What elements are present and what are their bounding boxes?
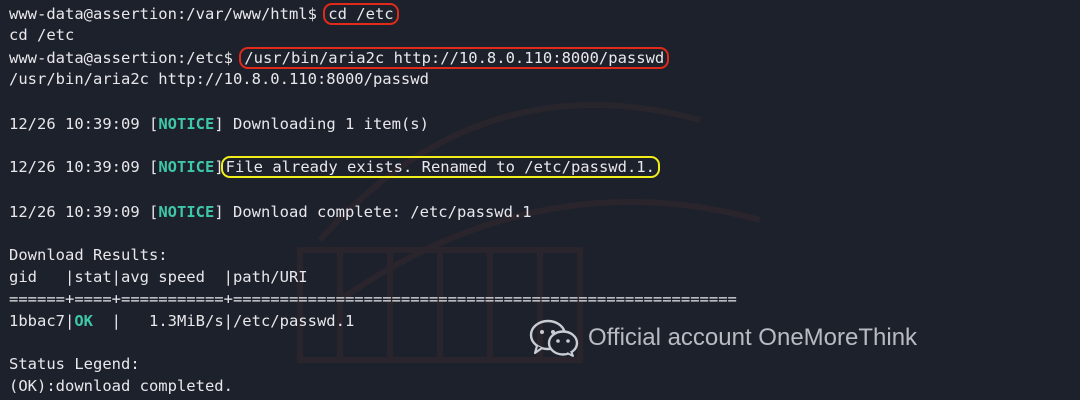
log-timestamp: 12/26 10:39:09 (9, 203, 149, 221)
log-timestamp: 12/26 10:39:09 (9, 115, 149, 133)
log-line: 12/26 10:39:09 [NOTICE] Download complet… (9, 202, 532, 222)
terminal-line: /usr/bin/aria2c http://10.8.0.110:8000/p… (9, 70, 429, 88)
notice-tag: NOTICE (158, 115, 215, 133)
results-table-row: 1bbac7|OK | 1.3MiB/s|/etc/passwd.1 (9, 311, 354, 331)
command-aria2c: /usr/bin/aria2c http://10.8.0.110:8000/p… (239, 47, 670, 69)
log-bracket: [ (148, 203, 159, 221)
download-results-heading: Download Results: (9, 246, 168, 264)
command-cd-etc: cd /etc (323, 3, 399, 25)
log-bracket: ] (214, 203, 224, 221)
notice-tag: NOTICE (158, 158, 215, 176)
log-bracket: [ (148, 115, 159, 133)
terminal-line: www-data@assertion:/etc$ /usr/bin/aria2c… (9, 47, 670, 69)
results-table-divider: ======+====+===========+================… (9, 290, 737, 308)
results-table-header: gid |stat|avg speed |path/URI (9, 268, 308, 286)
wechat-icon (529, 319, 579, 357)
terminal-line: www-data@assertion:/var/www/html$ cd /et… (9, 3, 399, 25)
notice-tag: NOTICE (158, 203, 215, 221)
log-bracket: ] (214, 115, 224, 133)
watermark-text: Official account OneMoreThink (588, 324, 918, 351)
status-ok: OK (74, 312, 93, 330)
log-bracket: [ (148, 158, 159, 176)
row-rest: | 1.3MiB/s|/etc/passwd.1 (93, 312, 355, 330)
status-legend-item: (OK):download completed. (9, 377, 233, 395)
log-message: Download complete: /etc/passwd.1 (223, 203, 532, 221)
shell-prompt: www-data@assertion:/etc$ (9, 49, 243, 67)
watermark: Official account OneMoreThink (528, 316, 917, 360)
log-message-file-exists: File already exists. Renamed to /etc/pas… (220, 156, 660, 178)
log-message: Downloading 1 item(s) (223, 115, 429, 133)
terminal-window[interactable]: www-data@assertion:/var/www/html$ cd /et… (0, 0, 1080, 400)
log-line: 12/26 10:39:09 [NOTICE] Downloading 1 it… (9, 114, 429, 134)
log-line: 12/26 10:39:09 [NOTICE] File already exis… (9, 156, 660, 178)
shell-prompt: www-data@assertion:/var/www/html$ (9, 5, 327, 23)
terminal-line: cd /etc (9, 26, 75, 44)
status-legend-heading: Status Legend: (9, 355, 140, 373)
log-timestamp: 12/26 10:39:09 (9, 158, 149, 176)
gid-cell: 1bbac7| (9, 312, 75, 330)
